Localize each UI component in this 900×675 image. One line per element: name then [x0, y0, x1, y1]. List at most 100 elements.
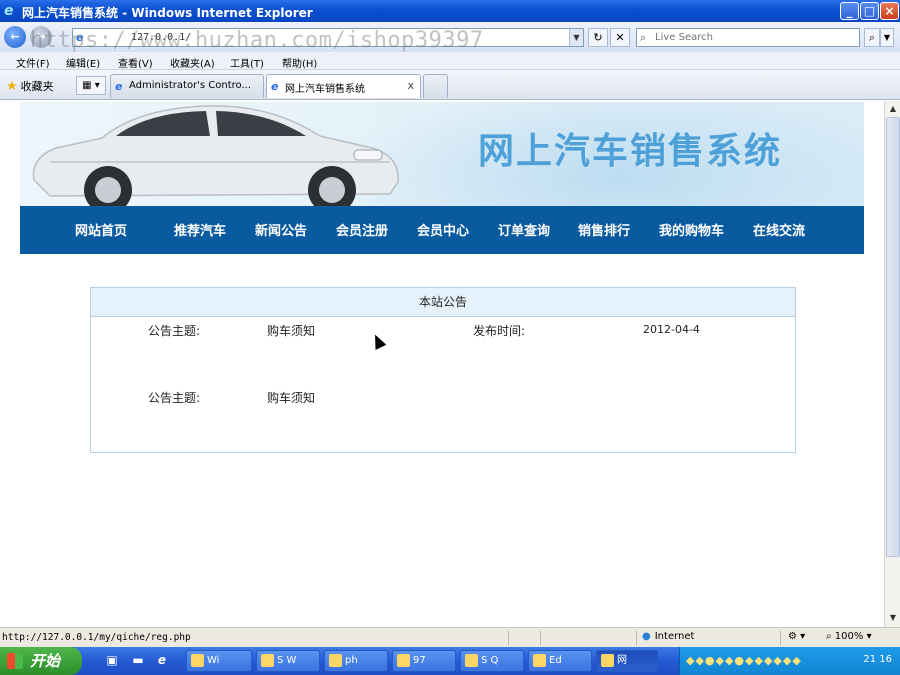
refresh-button[interactable]: ↻	[588, 28, 608, 47]
forward-button[interactable]: →	[30, 26, 52, 48]
taskbar-label: 网	[617, 655, 627, 666]
taskbar-label: 97	[413, 655, 426, 666]
menu-view[interactable]: 查看(V)	[118, 55, 153, 70]
notice-time-label: 发布时间:	[473, 324, 526, 338]
notice-subject-link[interactable]: 购车须知	[267, 322, 315, 339]
site-nav: 网站首页 推荐汽车 新闻公告 会员注册 会员中心 订单查询 销售排行 我的购物车…	[20, 206, 864, 254]
search-go-button[interactable]: ⌕	[864, 28, 880, 47]
nav-home[interactable]: 网站首页	[75, 220, 127, 239]
taskbar-button[interactable]: S W	[256, 650, 320, 672]
taskbar-label: S W	[277, 655, 297, 666]
menu-file[interactable]: 文件(F)	[16, 55, 50, 70]
zone-label: Internet	[654, 631, 695, 642]
page-icon: e	[76, 31, 84, 44]
taskbar-button[interactable]: Ed	[528, 650, 592, 672]
ie-page-icon: e	[271, 80, 279, 93]
taskbar-button-ie[interactable]: 网	[596, 650, 658, 672]
start-label: 开始	[30, 652, 61, 670]
search-icon: ⌕	[640, 31, 647, 44]
site-banner: 网上汽车销售系统	[20, 102, 864, 206]
status-text: http://127.0.0.1/my/qiche/reg.php	[2, 632, 191, 643]
minimize-button[interactable]: _	[840, 2, 859, 20]
ie-page-icon: e	[115, 80, 123, 93]
menu-bar: 文件(F) 编辑(E) 查看(V) 收藏夹(A) 工具(T) 帮助(H)	[0, 52, 900, 70]
scroll-thumb[interactable]	[886, 117, 900, 557]
nav-sales-ranking[interactable]: 销售排行	[578, 220, 630, 239]
nav-register[interactable]: 会员注册	[336, 220, 388, 239]
notice-time: 2012-04-4	[643, 323, 700, 336]
protected-mode-icon[interactable]: ⚙ ▾	[788, 631, 805, 642]
windows-flag-icon	[7, 653, 23, 669]
menu-edit[interactable]: 编辑(E)	[66, 55, 100, 70]
notice-subject-label: 公告主题:	[148, 391, 201, 405]
notice-subject-label: 公告主题:	[148, 324, 201, 338]
address-bar[interactable]: e 127.0.0.1/ ▼	[72, 28, 584, 47]
stop-button[interactable]: ✕	[610, 28, 630, 47]
folder-app-icon	[261, 654, 274, 667]
nav-member-center[interactable]: 会员中心	[417, 220, 469, 239]
security-zone: ● Internet	[642, 631, 694, 642]
app-icon	[329, 654, 342, 667]
notice-panel: 本站公告 公告主题: 购车须知 发布时间: 2012-04-4 公告主题: 购车…	[90, 287, 796, 453]
taskbar-button[interactable]: 97	[392, 650, 456, 672]
show-desktop-icon[interactable]: ▣	[104, 652, 120, 668]
menu-tools[interactable]: 工具(T)	[230, 55, 264, 70]
app-icon	[397, 654, 410, 667]
site-name: 网上汽车销售系统	[478, 131, 783, 172]
taskbar-button[interactable]: ph	[324, 650, 388, 672]
maximize-button[interactable]: □	[860, 2, 879, 20]
nav-recommended-cars[interactable]: 推荐汽车	[174, 220, 226, 239]
search-options-icon[interactable]: ▼	[880, 28, 894, 47]
status-divider	[508, 631, 509, 645]
tab-admin[interactable]: e Administrator's Contro...	[110, 74, 264, 98]
system-tray: ◆◆●◆◆●◆◆◆◆◆◆ 21 16	[679, 647, 900, 675]
window-title: 网上汽车销售系统 - Windows Internet Explorer	[22, 6, 313, 20]
menu-help[interactable]: 帮助(H)	[282, 55, 317, 70]
vertical-scrollbar[interactable]: ▲ ▼	[884, 101, 900, 627]
taskbar-label: Ed	[549, 655, 562, 666]
app-icon	[533, 654, 546, 667]
zoom-control[interactable]: ⌕ 100% ▾	[826, 631, 872, 642]
favorites-button[interactable]: ★ 收藏夹	[6, 78, 54, 94]
tab-bar: ★ 收藏夹 ▦ ▾ e Administrator's Contro... e 网…	[0, 70, 900, 100]
tab-label: 网上汽车销售系统	[285, 84, 365, 95]
tab-close-icon[interactable]: x	[407, 79, 414, 92]
ie-quicklaunch-icon[interactable]: e	[154, 652, 170, 668]
taskbar-button[interactable]: Wi	[186, 650, 252, 672]
nav-shopping-cart[interactable]: 我的购物车	[659, 220, 724, 239]
nav-news[interactable]: 新闻公告	[255, 220, 307, 239]
menu-favorites[interactable]: 收藏夹(A)	[170, 55, 215, 70]
app-icon	[191, 654, 204, 667]
scroll-up-icon[interactable]: ▲	[886, 102, 900, 116]
tab-label: Administrator's Contro...	[129, 80, 252, 91]
clock: 21 16	[863, 654, 892, 665]
taskbar-button[interactable]: S Q	[460, 650, 524, 672]
address-toolbar: ← → e 127.0.0.1/ ▼ ↻ ✕ ⌕ ⌕ ▼	[0, 22, 900, 52]
status-divider	[780, 631, 781, 645]
quick-tabs-button[interactable]: ▦ ▾	[76, 76, 106, 95]
start-button[interactable]: 开始	[0, 647, 82, 675]
address-dropdown-icon[interactable]: ▼	[569, 29, 583, 46]
zoom-level: 100%	[834, 631, 864, 642]
close-button[interactable]: ×	[880, 2, 899, 20]
page-content: 网上汽车销售系统 网站首页 推荐汽车 新闻公告 会员注册 会员中心 订单查询 销…	[0, 101, 884, 627]
car-image	[32, 105, 399, 206]
tab-car-sales[interactable]: e 网上汽车销售系统 x	[266, 74, 421, 98]
scroll-down-icon[interactable]: ▼	[886, 611, 900, 625]
notice-subject-link[interactable]: 购车须知	[267, 389, 315, 406]
search-input[interactable]	[655, 29, 855, 46]
globe-icon: ●	[642, 631, 651, 642]
address-url: 127.0.0.1/	[131, 32, 192, 43]
tray-icons[interactable]: ◆◆●◆◆●◆◆◆◆◆◆	[686, 654, 802, 667]
ie-app-icon	[601, 654, 614, 667]
notice-heading: 本站公告	[91, 288, 795, 317]
status-divider	[636, 631, 637, 645]
back-button[interactable]: ←	[4, 26, 26, 48]
new-tab-button[interactable]	[423, 74, 448, 98]
taskbar-label: ph	[345, 655, 358, 666]
nav-online-chat[interactable]: 在线交流	[753, 220, 805, 239]
folder-icon[interactable]: ▬	[130, 652, 146, 668]
search-box[interactable]: ⌕	[636, 28, 860, 47]
nav-order-query[interactable]: 订单查询	[498, 220, 550, 239]
zoom-icon: ⌕	[826, 631, 832, 642]
